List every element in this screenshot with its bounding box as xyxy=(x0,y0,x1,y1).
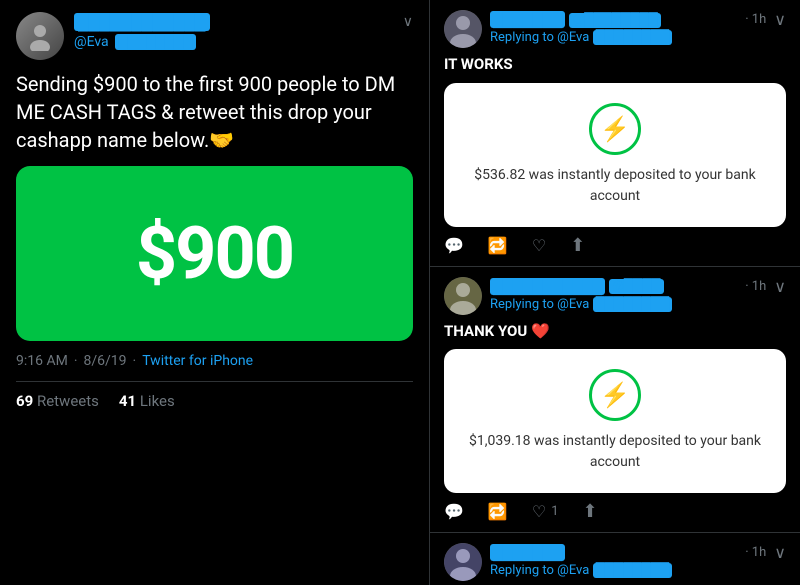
retweet-button-2[interactable]: 🔁 xyxy=(488,502,508,521)
display-name: ████████████ xyxy=(74,12,403,31)
reply-header-3: ███████ · 1h ∨ Replying to @Eva ████████ xyxy=(444,543,786,582)
reply-at-1: @████████ xyxy=(569,12,660,28)
like-button-1[interactable]: ♡ xyxy=(532,236,546,255)
tweet-header: ████████████ @Eva ████████ ∨ xyxy=(16,12,413,60)
reply-user-info-3: ███████ · 1h ∨ Replying to @Eva ████████ xyxy=(490,543,786,582)
reply-at-2: @████ xyxy=(609,278,664,294)
reply-user-info-2: ███████████ @████ · 1h ∨ Replying to @Ev… xyxy=(490,277,786,316)
retweets-stat: 69 Retweets xyxy=(16,392,99,410)
cashapp-promo-image: $900 xyxy=(16,166,413,341)
share-button-2[interactable]: ⬆ xyxy=(583,501,598,522)
reply-tweet-3: ███████ · 1h ∨ Replying to @Eva ████████… xyxy=(430,533,800,585)
replying-to-prefix-2: Replying to xyxy=(490,297,554,312)
tweet-metadata: 9:16 AM · 8/6/19 · Twitter for iPhone xyxy=(16,353,413,369)
tweet-date: 8/6/19 xyxy=(84,353,127,369)
user-info: ████████████ @Eva ████████ xyxy=(74,12,403,50)
replying-to-prefix-3: Replying to xyxy=(490,563,554,578)
reply-text-2: THANK YOU ❤️ xyxy=(444,322,786,342)
retweet-icon-2: 🔁 xyxy=(488,502,508,521)
reply-actions-1: 💬 🔁 ♡ ⬆ xyxy=(444,235,786,256)
reply-display-name-2: ███████████ xyxy=(490,278,605,295)
cashapp-confirmation-1: ⚡ $536.82 was instantly deposited to you… xyxy=(444,83,786,227)
replying-to-handle-2: @Eva ████████ xyxy=(557,297,672,312)
share-button-1[interactable]: ⬆ xyxy=(570,235,585,256)
likes-stat: 41 Likes xyxy=(119,392,175,410)
reply-avatar-2 xyxy=(444,277,482,315)
reply-time-3: · 1h xyxy=(745,545,766,560)
reply-display-name-3: ███████ xyxy=(490,544,565,561)
reply-text-1: IT WORKS xyxy=(444,55,786,75)
retweet-icon-1: 🔁 xyxy=(488,236,508,255)
replying-to-handle-1: @Eva ████████ xyxy=(557,30,672,45)
stats-divider xyxy=(16,381,413,382)
username[interactable]: @Eva xyxy=(74,34,109,50)
reply-names-line-2: ███████████ @████ · 1h ∨ xyxy=(490,277,786,296)
reply-chevron-2[interactable]: ∨ xyxy=(774,277,786,296)
reply-time-1: · 1h xyxy=(745,12,766,27)
cashapp-confirmation-2: ⚡ $1,039.18 was instantly deposited to y… xyxy=(444,349,786,493)
reply-tweet-2: ███████████ @████ · 1h ∨ Replying to @Ev… xyxy=(430,267,800,534)
comment-button-2[interactable]: 💬 xyxy=(444,502,464,521)
confirmation-text-2: $1,039.18 was instantly deposited to you… xyxy=(464,431,766,473)
replying-to-prefix-1: Replying to xyxy=(490,30,554,45)
right-replies-panel: ███████ @████████ · 1h ∨ Replying to @Ev… xyxy=(430,0,800,585)
reply-names-line: ███████ @████████ · 1h ∨ xyxy=(490,10,786,29)
reply-header: ███████ @████████ · 1h ∨ Replying to @Ev… xyxy=(444,10,786,49)
share-icon-1: ⬆ xyxy=(570,235,585,256)
display-name-redacted: ████████████ xyxy=(74,13,210,31)
reply-chevron-1[interactable]: ∨ xyxy=(774,10,786,29)
lightning-circle-1: ⚡ xyxy=(589,103,641,155)
reply-chevron-3[interactable]: ∨ xyxy=(774,543,786,562)
reply-avatar-3 xyxy=(444,543,482,581)
username-redacted: ████████ xyxy=(115,34,197,50)
retweets-count: 69 xyxy=(16,392,33,410)
tweet-text: Sending $900 to the first 900 people to … xyxy=(16,70,413,154)
lightning-icon-1: ⚡ xyxy=(600,117,630,141)
tweet-time: 9:16 AM xyxy=(16,353,68,369)
comment-icon-1: 💬 xyxy=(444,236,464,255)
username-line: @Eva ████████ xyxy=(74,31,403,50)
reply-names-line-3: ███████ · 1h ∨ xyxy=(490,543,786,562)
lightning-circle-2: ⚡ xyxy=(589,369,641,421)
reply-time-2: · 1h xyxy=(745,279,766,294)
reply-user-info: ███████ @████████ · 1h ∨ Replying to @Ev… xyxy=(490,10,786,49)
like-button-2[interactable]: ♡ 1 xyxy=(532,502,559,521)
retweet-button-1[interactable]: 🔁 xyxy=(488,236,508,255)
likes-label: Likes xyxy=(140,392,175,410)
avatar xyxy=(16,12,64,60)
tweet-stats: 69 Retweets 41 Likes xyxy=(16,392,413,410)
replying-to-handle-3: @Eva ████████ xyxy=(557,563,672,578)
like-count-2: 1 xyxy=(551,504,558,519)
heart-icon-2: ♡ xyxy=(532,502,546,521)
reply-tweet: ███████ @████████ · 1h ∨ Replying to @Ev… xyxy=(430,0,800,267)
reply-to-line-3: Replying to @Eva ████████ xyxy=(490,562,786,578)
comment-icon-2: 💬 xyxy=(444,502,464,521)
reply-avatar xyxy=(444,10,482,48)
cashapp-amount: $900 xyxy=(136,211,293,296)
chevron-down-icon[interactable]: ∨ xyxy=(403,12,413,30)
heart-icon-1: ♡ xyxy=(532,236,546,255)
lightning-icon-2: ⚡ xyxy=(600,383,630,407)
reply-to-line-2: Replying to @Eva ████████ xyxy=(490,296,786,312)
reply-display-name-1: ███████ xyxy=(490,11,565,28)
avatar-image xyxy=(16,12,64,60)
reply-header-2: ███████████ @████ · 1h ∨ Replying to @Ev… xyxy=(444,277,786,316)
left-tweet-panel: ████████████ @Eva ████████ ∨ Sending $90… xyxy=(0,0,430,585)
confirmation-text-1: $536.82 was instantly deposited to your … xyxy=(464,165,766,207)
reply-actions-2: 💬 🔁 ♡ 1 ⬆ xyxy=(444,501,786,522)
share-icon-2: ⬆ xyxy=(583,501,598,522)
comment-button-1[interactable]: 💬 xyxy=(444,236,464,255)
retweets-label: Retweets xyxy=(37,392,99,410)
reply-to-line-1: Replying to @Eva ████████ xyxy=(490,29,786,45)
separator-dot: · xyxy=(74,353,78,369)
separator-dot-2: · xyxy=(133,353,137,369)
likes-count: 41 xyxy=(119,392,136,410)
tweet-platform[interactable]: Twitter for iPhone xyxy=(142,353,253,369)
